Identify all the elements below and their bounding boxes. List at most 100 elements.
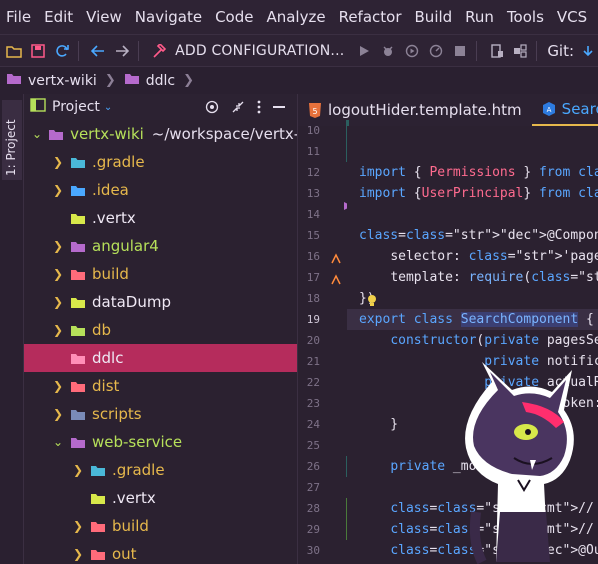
run-coverage-icon[interactable] [402, 40, 422, 62]
implementation-icon[interactable] [330, 250, 342, 269]
menu-item-view[interactable]: View [86, 8, 122, 26]
folder-build-icon [90, 520, 106, 533]
implementation-icon[interactable] [330, 271, 342, 290]
code-line[interactable]: export class SearchComponent { [359, 309, 594, 330]
tree-item[interactable]: .vertx [24, 484, 297, 512]
profile-icon[interactable] [426, 40, 446, 62]
folder-icon [124, 72, 140, 89]
locate-file-icon[interactable] [205, 100, 219, 114]
tree-item-label: dist [92, 377, 120, 395]
chevron-right-icon[interactable]: ❯ [52, 295, 64, 309]
code-line[interactable]: import {UserPrincipal} from class="str">… [359, 183, 598, 204]
back-arrow-icon[interactable] [89, 40, 109, 62]
save-icon[interactable] [28, 40, 48, 62]
open-folder-icon[interactable] [4, 40, 24, 62]
chevron-right-icon[interactable]: ❯ [52, 407, 64, 421]
tree-item[interactable]: ❯ db [24, 316, 297, 344]
toolbar-separator [77, 40, 79, 61]
chevron-right-icon[interactable]: ❯ [72, 519, 84, 533]
chevron-right-icon[interactable]: ❯ [52, 323, 64, 337]
line-number: 19 [306, 313, 320, 326]
menu-item-run[interactable]: Run [465, 8, 494, 26]
tree-item[interactable]: ⌄ web-service [24, 428, 297, 456]
sdk-manager-icon[interactable] [511, 40, 531, 62]
code-line[interactable]: import { Permissions } from class="str">… [359, 162, 598, 183]
hide-panel-icon[interactable] [273, 105, 285, 109]
line-number: 27 [306, 481, 320, 494]
tree-item[interactable]: ❯ build [24, 260, 297, 288]
tree-item[interactable]: ❯ .idea [24, 176, 297, 204]
more-options-icon[interactable] [257, 100, 261, 114]
breadcrumb-item-folder[interactable]: ddlc [124, 72, 175, 89]
html-file-icon: 5 [308, 102, 322, 118]
menu-item-build[interactable]: Build [415, 8, 453, 26]
lightbulb-icon[interactable] [365, 292, 379, 311]
hammer-icon[interactable] [149, 40, 169, 62]
menu-item-edit[interactable]: Edit [44, 8, 73, 26]
tab-logouthider-template[interactable]: 5 logoutHider.template.htm [298, 94, 532, 126]
folder-module-icon [48, 128, 64, 141]
git-label: Git: [547, 41, 575, 60]
line-number: 21 [306, 355, 320, 368]
tree-item[interactable]: .vertx [24, 204, 297, 232]
tree-item[interactable]: ❯ build [24, 512, 297, 540]
code-line[interactable]: template: require(class="str">'./search.… [359, 267, 598, 288]
line-number: 30 [306, 544, 320, 557]
chevron-down-icon[interactable]: ⌄ [32, 127, 42, 141]
breadcrumb-item-project[interactable]: vertx-wiki [6, 72, 97, 89]
forward-arrow-icon[interactable] [112, 40, 132, 62]
chevron-right-icon[interactable]: ❯ [52, 379, 64, 393]
tree-item[interactable]: ❯ .gradle [24, 148, 297, 176]
menu-bar: File Edit View Navigate Code Analyze Refactor B… [0, 0, 598, 34]
code-line[interactable]: } [359, 414, 398, 435]
sync-icon[interactable] [52, 40, 72, 62]
stop-icon[interactable] [450, 40, 470, 62]
menu-item-vcs[interactable]: VCS [557, 8, 587, 26]
run-icon[interactable] [354, 40, 374, 62]
folder-icon [70, 296, 86, 309]
tree-item[interactable]: ⌄ vertx-wiki ~/workspace/vertx-wiki [24, 120, 297, 148]
code-line[interactable]: class=class="str">"dec">@Component({ [359, 225, 598, 246]
chevron-right-icon[interactable]: ❯ [52, 239, 64, 253]
chevron-right-icon[interactable]: ❯ [52, 267, 64, 281]
mascot-sticker [465, 362, 574, 564]
menu-item-refactor[interactable]: Refactor [339, 8, 402, 26]
tree-item[interactable]: ❯ out [24, 540, 297, 564]
tab-search-component[interactable]: A Search [531, 94, 598, 126]
folder-module-icon [70, 240, 86, 253]
breadcrumb-label: ddlc [145, 72, 176, 89]
collapse-all-icon[interactable] [231, 100, 245, 114]
project-tool-tab[interactable]: 1: Project [2, 100, 22, 180]
debug-icon[interactable] [378, 40, 398, 62]
chevron-right-icon[interactable]: ❯ [52, 155, 64, 169]
tree-item[interactable]: ❯ .gradle [24, 456, 297, 484]
line-number: 17 [306, 271, 320, 284]
tree-item[interactable]: ❯ dist [24, 372, 297, 400]
run-configuration-dropdown[interactable]: ADD CONFIGURATION... [175, 43, 344, 59]
svg-text:A: A [546, 106, 551, 114]
chevron-right-icon[interactable]: ❯ [72, 547, 84, 561]
vcs-update-icon[interactable] [578, 40, 598, 62]
menu-item-navigate[interactable]: Navigate [135, 8, 202, 26]
editor-tab-bar: 5 logoutHider.template.htm A Search [297, 94, 598, 126]
project-panel-title[interactable]: Project [52, 99, 100, 115]
code-line[interactable]: selector: class="str">'page-search', [359, 246, 598, 267]
tree-item[interactable]: ❯ scripts [24, 400, 297, 428]
project-tree: ⌄ vertx-wiki ~/workspace/vertx-wiki ❯ .gradl… [24, 120, 297, 564]
tree-item[interactable]: ddlc [24, 344, 297, 372]
menu-item-file[interactable]: File [6, 8, 31, 26]
tree-item[interactable]: ❯ angular4 [24, 232, 297, 260]
chevron-down-icon[interactable]: ⌄ [52, 435, 64, 449]
menu-item-analyze[interactable]: Analyze [266, 8, 325, 26]
menu-item-tools[interactable]: Tools [507, 8, 544, 26]
main-toolbar: ADD CONFIGURATION... Git: [0, 34, 598, 66]
menu-item-code[interactable]: Code [215, 8, 253, 26]
device-icon[interactable] [487, 40, 507, 62]
tree-item-label: .vertx [112, 489, 156, 507]
code-line[interactable]: constructor(private pagesServi [359, 330, 598, 351]
tree-item[interactable]: ❯ dataDump [24, 288, 297, 316]
chevron-right-icon[interactable]: ❯ [52, 183, 64, 197]
tree-item-label: vertx-wiki [70, 125, 144, 143]
chevron-right-icon[interactable]: ❯ [72, 463, 84, 477]
chevron-down-icon[interactable]: ⌄ [104, 102, 112, 113]
